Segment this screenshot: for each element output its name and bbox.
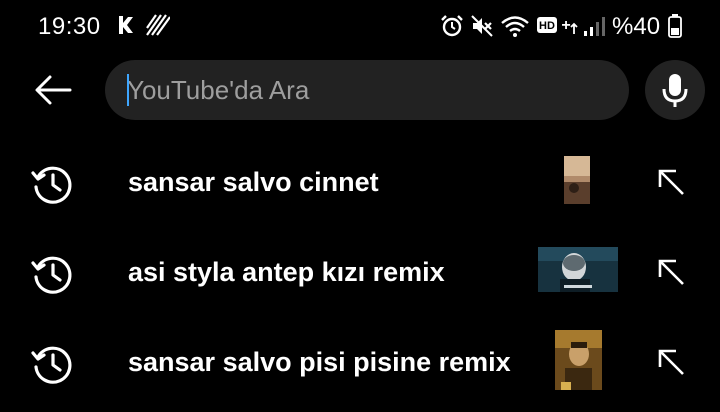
kodi-icon bbox=[119, 16, 134, 34]
suggestion-text: sansar salvo cinnet bbox=[128, 167, 379, 197]
text-caret bbox=[127, 74, 129, 106]
voice-search-button[interactable] bbox=[645, 60, 705, 120]
mute-icon bbox=[471, 15, 493, 37]
search-box[interactable] bbox=[105, 60, 629, 120]
history-icon bbox=[31, 346, 72, 384]
alarm-icon bbox=[441, 15, 463, 37]
stripe-pattern-icon bbox=[146, 14, 170, 36]
svg-text:+: + bbox=[561, 17, 570, 34]
battery-percent: %40 bbox=[612, 13, 661, 40]
wifi-icon bbox=[501, 16, 529, 37]
status-bar: 19:30 HD + %40 bbox=[0, 0, 720, 52]
svg-text:HD: HD bbox=[539, 20, 555, 32]
hd-plus-icon: HD + bbox=[537, 17, 578, 34]
thumbnail-image bbox=[538, 247, 618, 292]
fill-query-arrow-icon[interactable] bbox=[651, 162, 691, 202]
signal-icon bbox=[584, 17, 605, 36]
suggestion-text: sansar salvo pisi pisine remix bbox=[128, 347, 511, 377]
thumbnail-image bbox=[555, 330, 602, 390]
microphone-icon bbox=[662, 74, 688, 107]
search-suggestion[interactable]: sansar salvo pisi pisine remix bbox=[0, 316, 720, 406]
thumbnail-image bbox=[564, 156, 590, 204]
search-suggestion[interactable]: asi styla antep kızı remix bbox=[0, 226, 720, 316]
search-header bbox=[0, 58, 720, 122]
suggestion-text: asi styla antep kızı remix bbox=[128, 257, 445, 287]
history-icon bbox=[31, 166, 72, 204]
battery-icon bbox=[668, 14, 682, 38]
back-arrow-icon[interactable] bbox=[30, 72, 76, 108]
fill-query-arrow-icon[interactable] bbox=[651, 252, 691, 292]
fill-query-arrow-icon[interactable] bbox=[651, 342, 691, 382]
search-input[interactable] bbox=[127, 60, 607, 120]
status-time: 19:30 bbox=[38, 13, 101, 40]
history-icon bbox=[31, 256, 72, 294]
search-suggestion[interactable]: sansar salvo cinnet bbox=[0, 136, 720, 226]
